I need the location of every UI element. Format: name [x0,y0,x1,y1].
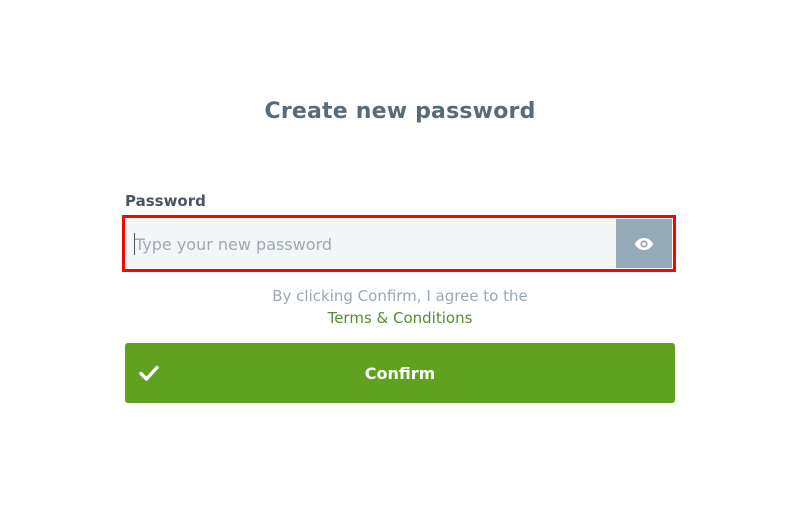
confirm-button-label: Confirm [364,363,436,383]
checkmark-icon [139,365,159,381]
create-password-page: Create new password Password By clicking… [0,0,800,530]
eye-icon [634,237,654,250]
password-label: Password [125,192,206,210]
confirm-button[interactable]: Confirm [125,343,675,403]
agreement-text-block: By clicking Confirm, I agree to the Term… [0,285,800,329]
password-input[interactable] [134,233,616,255]
page-title: Create new password [264,99,536,124]
agreement-text: By clicking Confirm, I agree to the [272,287,528,305]
show-password-button[interactable] [616,219,672,268]
password-field [126,219,672,268]
terms-link[interactable]: Terms & Conditions [328,309,473,327]
